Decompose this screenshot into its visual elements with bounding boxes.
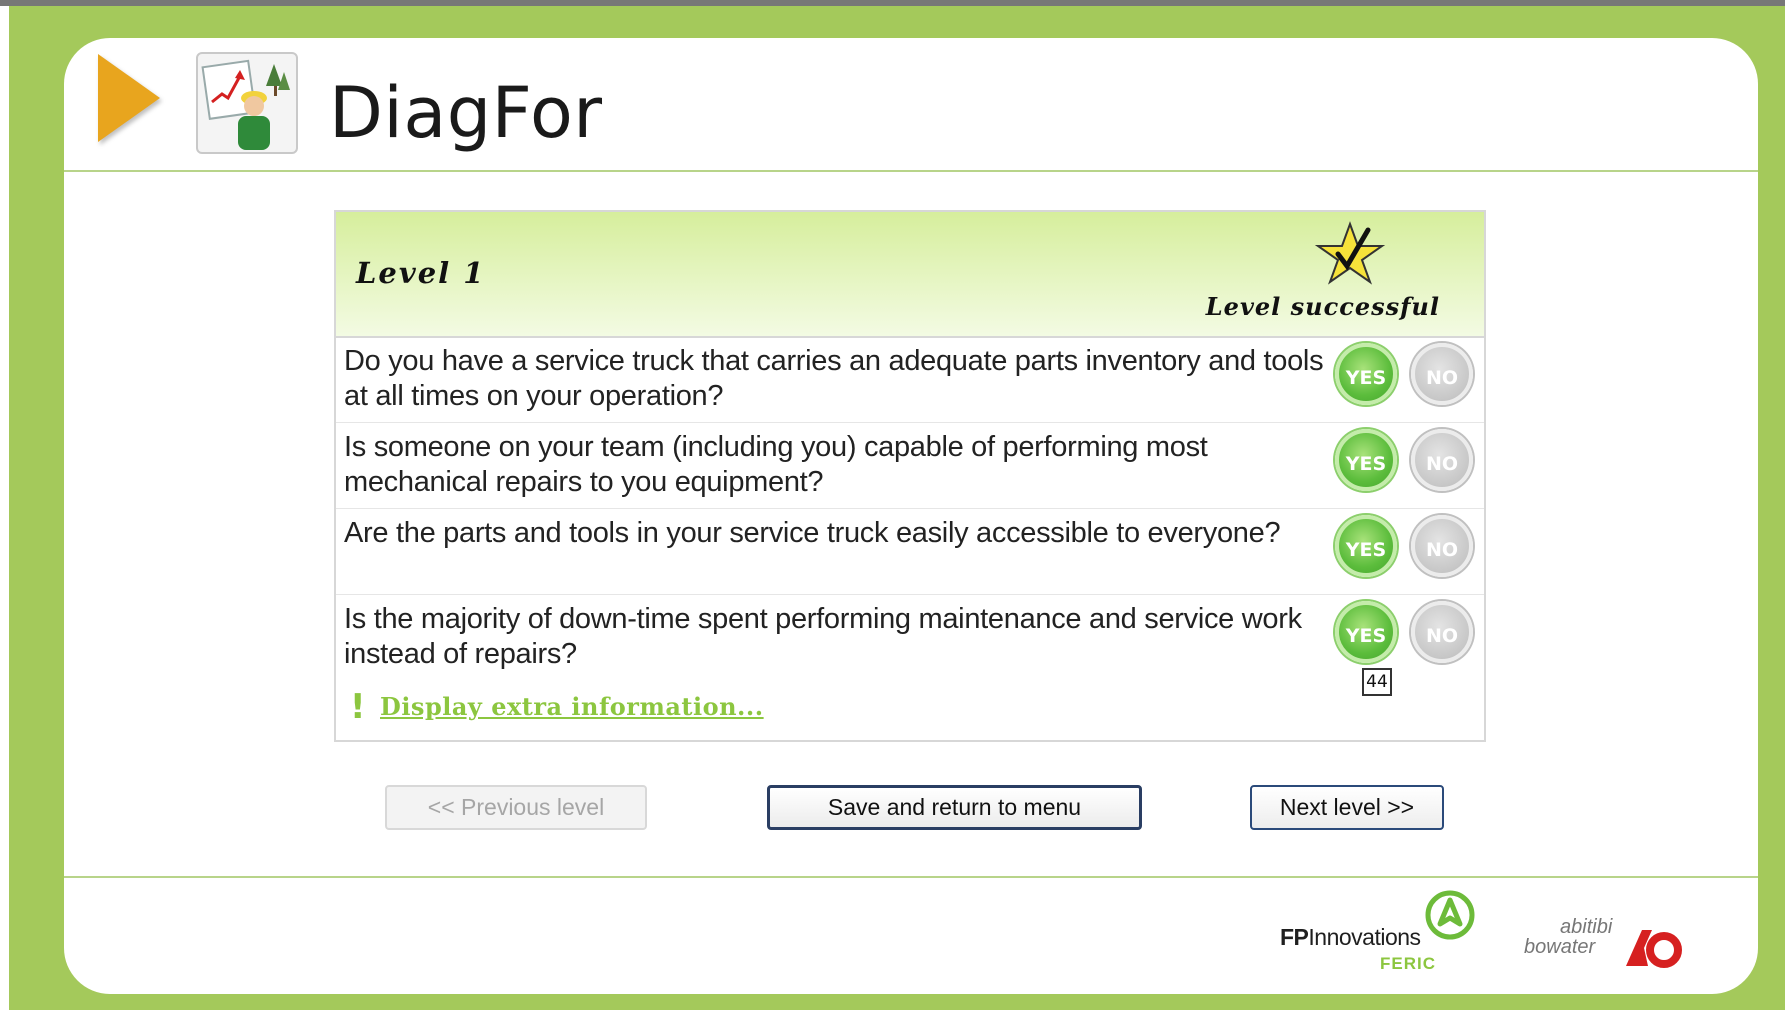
display-extra-info-link[interactable]: Display extra information... xyxy=(380,692,764,721)
previous-level-button[interactable]: << Previous level xyxy=(385,785,647,830)
count-badge: 44 xyxy=(1362,668,1392,696)
app-title: DiagFor xyxy=(329,72,603,154)
question-text: Do you have a service truck that carries… xyxy=(344,345,1324,412)
no-button[interactable]: NO xyxy=(1411,343,1473,405)
forestry-worker-chart-icon xyxy=(196,52,298,154)
abitibi-bowater-mark-icon xyxy=(1626,930,1682,968)
question-text: Is the majority of down-time spent perfo… xyxy=(344,603,1302,670)
footer-divider xyxy=(64,876,1758,878)
fpinnovations-logo: FPInnovations FERIC xyxy=(1280,888,1480,980)
level-header: Level 1 Level successful xyxy=(336,212,1484,338)
question-text: Is someone on your team (including you) … xyxy=(344,431,1208,498)
question-row: Are the parts and tools in your service … xyxy=(336,508,1484,595)
header-divider xyxy=(64,170,1758,172)
next-level-button[interactable]: Next level >> xyxy=(1250,785,1444,830)
no-button[interactable]: NO xyxy=(1411,429,1473,491)
question-row: Is the majority of down-time spent perfo… xyxy=(336,594,1484,696)
question-row: Do you have a service truck that carries… xyxy=(336,336,1484,423)
fpinnovations-mark-icon xyxy=(1425,890,1475,940)
feric-label: FERIC xyxy=(1380,954,1436,973)
yes-button[interactable]: YES xyxy=(1335,515,1397,577)
save-and-return-button[interactable]: Save and return to menu xyxy=(767,785,1142,830)
yes-button[interactable]: YES xyxy=(1335,343,1397,405)
bowater-label: bowater xyxy=(1524,936,1596,958)
question-text: Are the parts and tools in your service … xyxy=(344,517,1281,549)
star-check-icon xyxy=(1314,221,1386,285)
yes-button[interactable]: YES xyxy=(1335,601,1397,663)
exclamation-icon: ! xyxy=(350,687,366,727)
abitibi-bowater-logo: abitibi bowater xyxy=(1524,916,1684,972)
play-triangle-icon xyxy=(98,54,160,142)
yes-button[interactable]: YES xyxy=(1335,429,1397,491)
question-row: Is someone on your team (including you) … xyxy=(336,422,1484,509)
level-title: Level 1 xyxy=(356,256,486,290)
no-button[interactable]: NO xyxy=(1411,515,1473,577)
question-panel: Level 1 Level successful Do you have a s… xyxy=(334,210,1486,742)
fpinnovations-name: FPInnovations xyxy=(1280,924,1421,950)
no-button[interactable]: NO xyxy=(1411,601,1473,663)
level-status: Level successful xyxy=(1205,292,1440,321)
